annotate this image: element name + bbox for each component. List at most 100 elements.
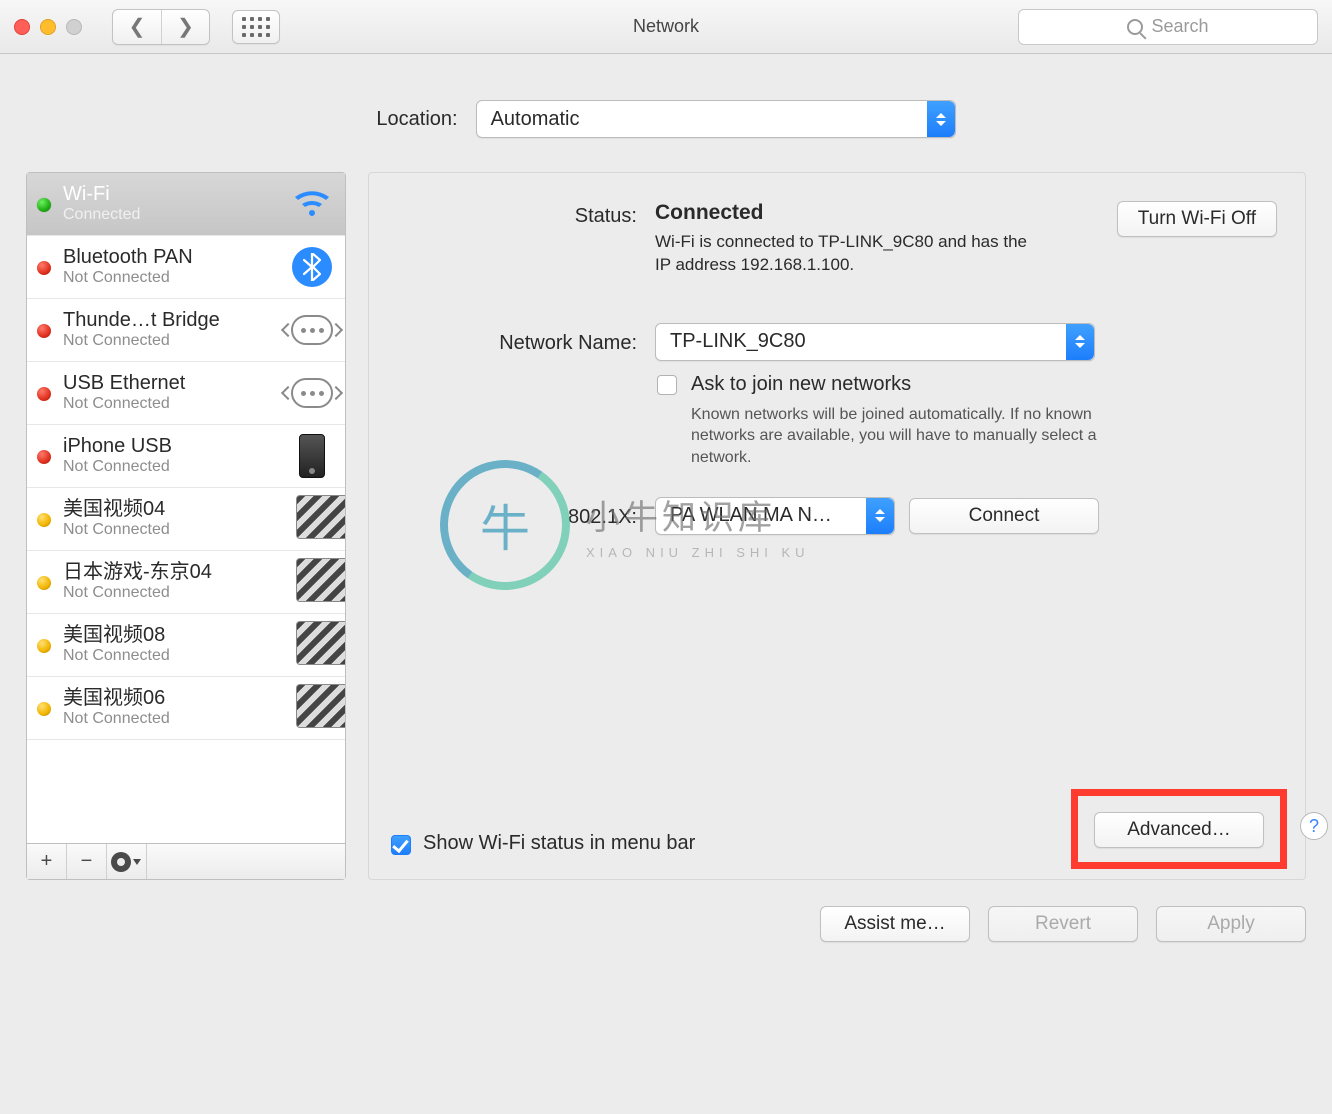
show-in-menubar-row: Show Wi-Fi status in menu bar [391,832,695,855]
add-service-button[interactable]: + [27,844,67,879]
bottom-button-row: Assist me… Revert Apply [26,906,1306,942]
service-name: Wi-Fi [63,183,279,206]
popup-stepper-icon [1066,324,1094,360]
service-name: 美国视频08 [63,624,279,647]
service-item-vpn-1[interactable]: 美国视频04 Not Connected [27,488,345,551]
service-item-vpn-3[interactable]: 美国视频08 Not Connected [27,614,345,677]
service-name: 美国视频04 [63,498,279,521]
service-name: iPhone USB [63,435,279,458]
help-button[interactable]: ? [1300,812,1328,840]
8021x-connect-button[interactable]: Connect [909,498,1099,534]
search-input[interactable]: Search [1018,9,1318,45]
search-icon [1127,19,1143,35]
status-dot-icon [37,198,51,212]
network-name-popup[interactable]: TP-LINK_9C80 [655,323,1095,361]
status-dot-icon [37,702,51,716]
minimize-window-button[interactable] [40,19,56,35]
status-dot-icon [37,450,51,464]
ask-to-join-hint: Known networks will be joined automatica… [691,404,1131,469]
status-dot-icon [37,261,51,275]
service-name: Bluetooth PAN [63,246,279,269]
remove-service-button[interactable]: − [67,844,107,879]
service-item-iphone-usb[interactable]: iPhone USB Not Connected [27,425,345,488]
status-dot-icon [37,639,51,653]
service-item-usb-ethernet[interactable]: USB Ethernet Not Connected [27,362,345,425]
revert-button[interactable]: Revert [988,906,1138,942]
service-status: Not Connected [63,647,279,665]
show-all-button[interactable] [232,10,280,44]
titlebar: ❮ ❯ Network Search [0,0,1332,54]
assist-me-button[interactable]: Assist me… [820,906,970,942]
location-popup[interactable]: Automatic [476,100,956,138]
service-item-bluetooth-pan[interactable]: Bluetooth PAN Not Connected [27,236,345,299]
popup-stepper-icon [866,498,894,534]
search-placeholder: Search [1151,16,1208,37]
service-status: Not Connected [63,458,279,476]
location-value: Automatic [491,108,580,131]
8021x-value: PA WLAN MA N… [670,504,832,527]
service-status: Not Connected [63,332,279,350]
service-status: Connected [63,206,279,224]
popup-stepper-icon [927,101,955,137]
forward-button[interactable]: ❯ [161,10,209,44]
help-icon: ? [1309,816,1319,837]
ask-to-join-label: Ask to join new networks [691,373,1131,396]
location-row: Location: Automatic [26,100,1306,138]
service-item-vpn-4[interactable]: 美国视频06 Not Connected [27,677,345,740]
network-name-value: TP-LINK_9C80 [670,330,806,353]
service-name: USB Ethernet [63,372,279,395]
service-name: Thunde…t Bridge [63,309,279,332]
grid-icon [242,17,270,37]
apply-button[interactable]: Apply [1156,906,1306,942]
service-item-wifi[interactable]: Wi-Fi Connected [27,173,345,236]
status-dot-icon [37,324,51,338]
service-name: 日本游戏-东京04 [63,561,279,584]
service-status: Not Connected [63,521,279,539]
turn-wifi-off-button[interactable]: Turn Wi-Fi Off [1117,201,1277,237]
ethernet-icon [291,372,333,414]
service-actions-menu[interactable] [107,844,147,879]
ask-to-join-row: Ask to join new networks Known networks … [657,373,1277,469]
8021x-profile-popup[interactable]: PA WLAN MA N… [655,497,895,535]
advanced-highlight: Advanced… ? [1071,789,1287,869]
status-label: Status: [397,201,637,228]
iphone-icon [291,435,333,477]
ethernet-icon [291,309,333,351]
service-item-vpn-2[interactable]: 日本游戏-东京04 Not Connected [27,551,345,614]
ask-to-join-checkbox[interactable] [657,375,677,395]
lock-icon [291,687,333,729]
status-dot-icon [37,387,51,401]
bluetooth-icon [291,246,333,288]
sidebar-footer: + − [27,843,345,879]
status-value: Connected [655,201,1027,225]
service-status: Not Connected [63,710,279,728]
chevron-down-icon [133,859,141,865]
location-label: Location: [376,108,457,131]
show-in-menubar-checkbox[interactable] [391,835,411,855]
close-window-button[interactable] [14,19,30,35]
service-status: Not Connected [63,584,279,602]
chevron-left-icon: ❮ [129,14,146,39]
back-button[interactable]: ❮ [113,10,161,44]
wifi-icon [291,183,333,225]
nav-segment: ❮ ❯ [112,9,210,45]
service-item-thunderbolt-bridge[interactable]: Thunde…t Bridge Not Connected [27,299,345,362]
minus-icon: − [81,850,93,873]
service-status: Not Connected [63,269,279,287]
service-name: 美国视频06 [63,687,279,710]
network-name-label: Network Name: [397,328,637,355]
show-in-menubar-label: Show Wi-Fi status in menu bar [423,832,695,855]
services-sidebar: Wi-Fi Connected Bluetooth PAN Not Connec… [26,172,346,880]
services-list[interactable]: Wi-Fi Connected Bluetooth PAN Not Connec… [27,173,345,843]
status-dot-icon [37,513,51,527]
status-description: Wi-Fi is connected to TP-LINK_9C80 and h… [655,231,1027,277]
status-dot-icon [37,576,51,590]
lock-icon [291,498,333,540]
8021x-label: 802.1X: [397,502,637,529]
advanced-button[interactable]: Advanced… [1094,812,1264,848]
service-status: Not Connected [63,395,279,413]
detail-panel: Status: Connected Wi-Fi is connected to … [368,172,1306,880]
plus-icon: + [41,850,53,873]
gear-icon [113,854,129,870]
chevron-right-icon: ❯ [177,14,194,39]
